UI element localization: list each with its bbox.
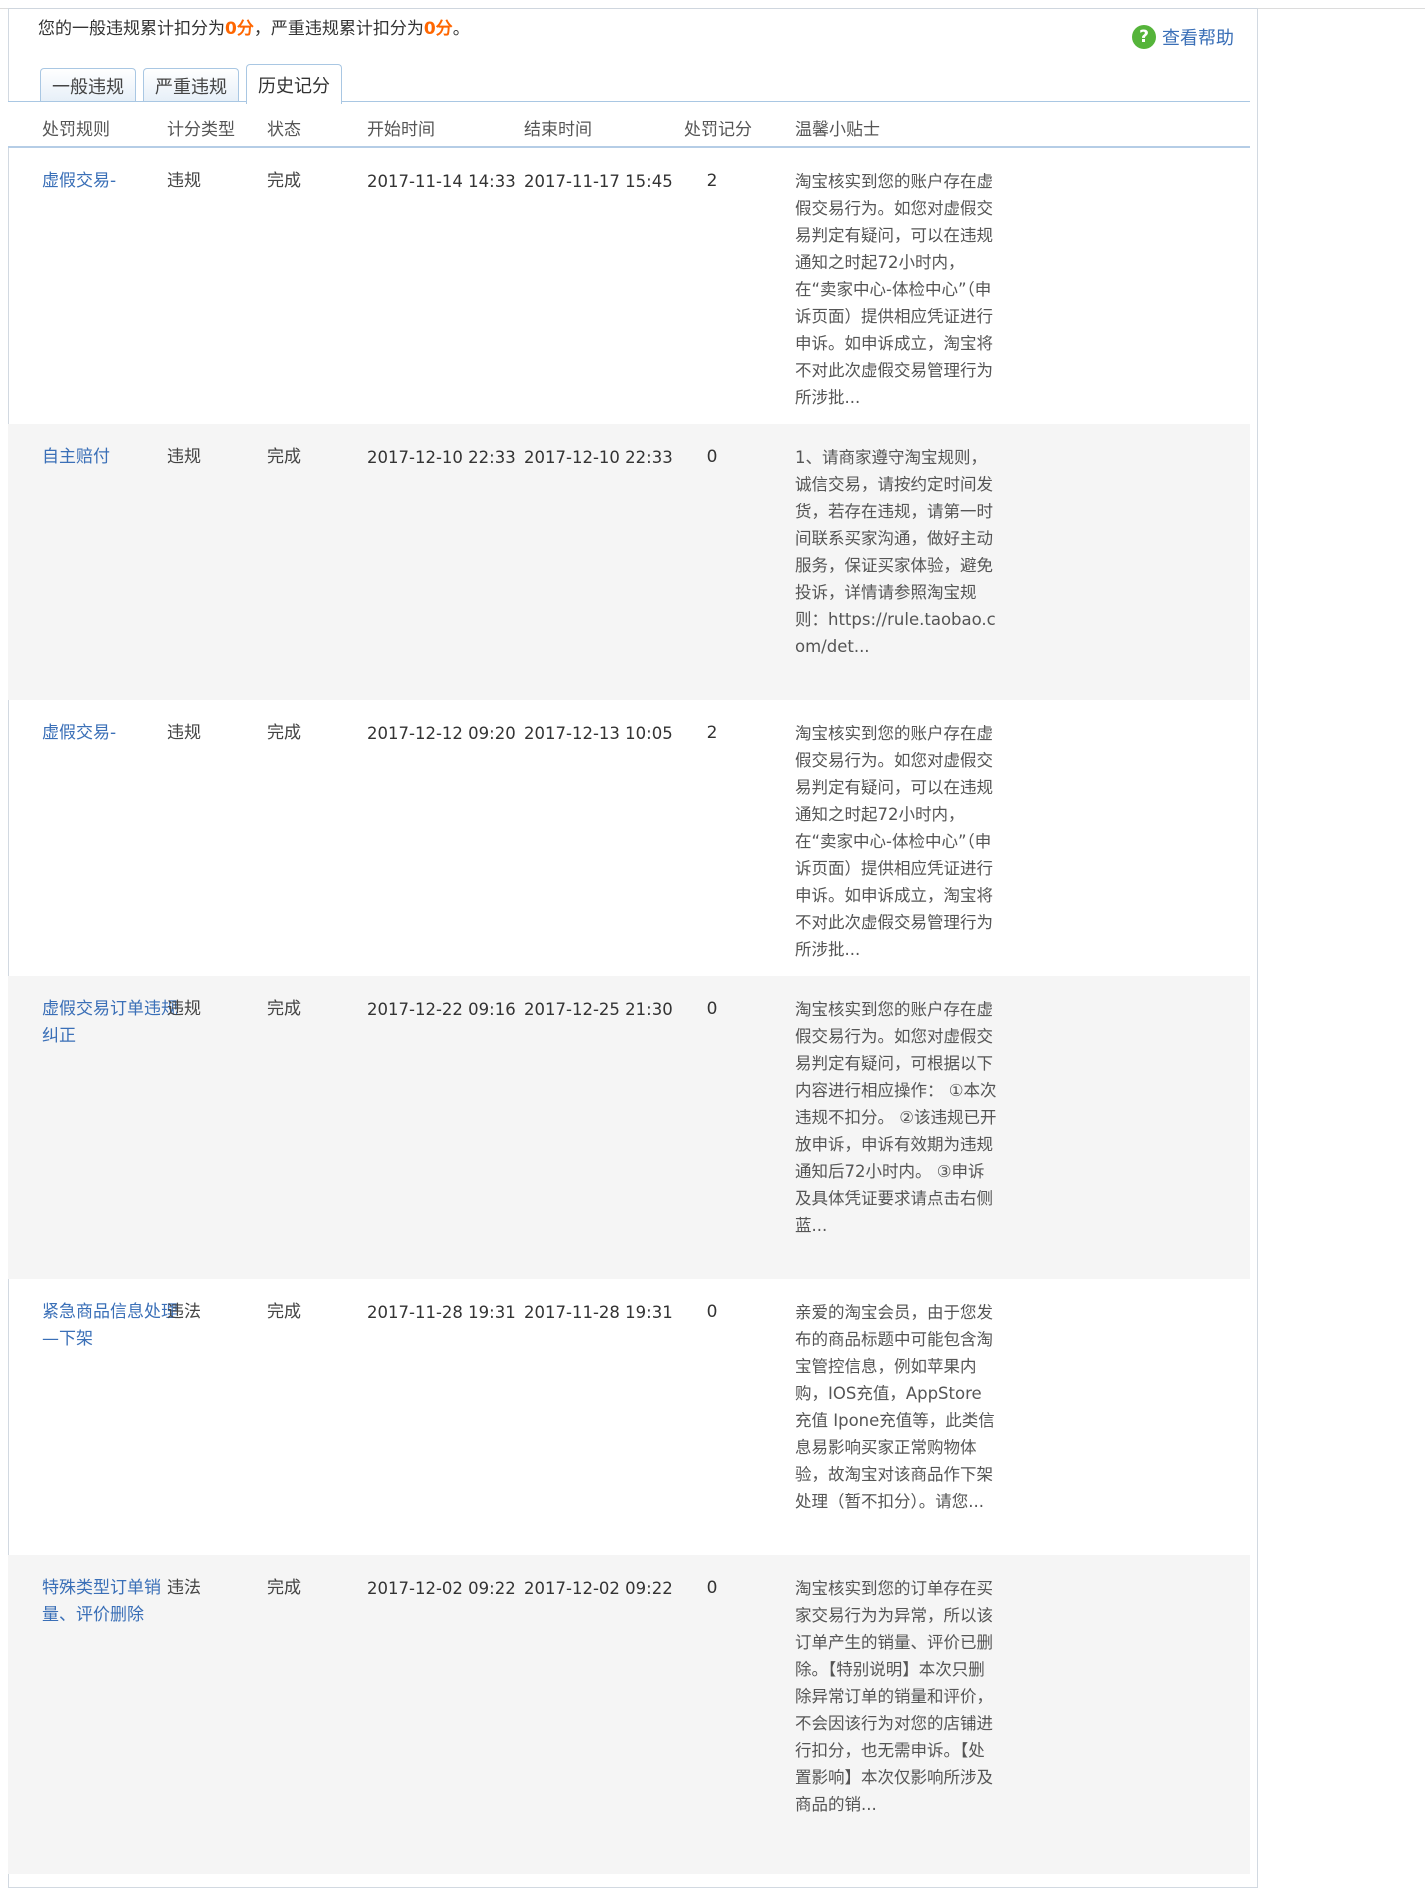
row-end-time: 2017-12-13 10:05 <box>524 724 673 743</box>
row-status: 完成 <box>267 1578 301 1598</box>
row-tip: 淘宝核实到您的账户存在虚假交易行为。如您对虚假交易判定有疑问，可以在违规通知之时… <box>795 172 993 407</box>
row-end-time: 2017-12-02 09:22 <box>524 1579 673 1598</box>
row-tip: 1、请商家遵守淘宝规则，诚信交易，请按约定时间发货，若存在违规，请第一时间联系买… <box>795 448 996 656</box>
row-points: 0 <box>706 1578 718 1598</box>
row-start-time: 2017-11-28 19:31 <box>367 1303 516 1322</box>
tab-label: 一般违规 <box>52 76 124 98</box>
table-row: 虚假交易- 违规 完成 2017-12-12 09:20 2017-12-13 … <box>8 700 1250 976</box>
column-start-time: 开始时间 <box>367 120 435 140</box>
row-start-time: 2017-12-02 09:22 <box>367 1579 516 1598</box>
row-points: 0 <box>706 1302 718 1322</box>
row-end-time: 2017-11-17 15:45 <box>524 172 673 191</box>
row-start-time: 2017-12-12 09:20 <box>367 724 516 743</box>
column-type: 计分类型 <box>167 120 235 140</box>
row-type: 违法 <box>167 1578 201 1598</box>
row-points: 2 <box>706 723 718 743</box>
row-status: 完成 <box>267 171 301 191</box>
points-summary: 您的一般违规累计扣分为0分，严重违规累计扣分为0分。 <box>38 14 470 39</box>
summary-prefix: 您的一般违规累计扣分为 <box>38 19 225 39</box>
table-row: 虚假交易订单违规纠正 违规 完成 2017-12-22 09:16 2017-1… <box>8 976 1250 1279</box>
column-points: 处罚记分 <box>684 120 752 140</box>
row-end-time: 2017-12-25 21:30 <box>524 1000 673 1019</box>
tab-serious-violation[interactable]: 严重违规 <box>143 68 239 102</box>
tab-label: 历史记分 <box>258 75 330 97</box>
tab-history-points[interactable]: 历史记分 <box>246 64 342 104</box>
row-end-time: 2017-12-10 22:33 <box>524 448 673 467</box>
help-label: 查看帮助 <box>1162 28 1234 49</box>
help-link[interactable]: ? 查看帮助 <box>1132 24 1234 50</box>
row-points: 0 <box>706 999 718 1019</box>
row-start-time: 2017-11-14 14:33 <box>367 172 516 191</box>
tab-label: 严重违规 <box>155 76 227 98</box>
table-row: 特殊类型订单销量、评价删除 违法 完成 2017-12-02 09:22 201… <box>8 1555 1250 1874</box>
row-type: 违规 <box>167 999 201 1019</box>
row-points: 2 <box>706 171 718 191</box>
table-row: 紧急商品信息处理—下架 违法 完成 2017-11-28 19:31 2017-… <box>8 1279 1250 1555</box>
summary-suffix: 。 <box>452 19 470 39</box>
table-row: 自主赔付 违规 完成 2017-12-10 22:33 2017-12-10 2… <box>8 424 1250 700</box>
row-type: 违规 <box>167 723 201 743</box>
help-question-icon: ? <box>1132 25 1156 49</box>
row-points: 0 <box>706 447 718 467</box>
table-row: 虚假交易- 违规 完成 2017-11-14 14:33 2017-11-17 … <box>8 148 1250 424</box>
table-header: 处罚规则 计分类型 状态 开始时间 结束时间 处罚记分 温馨小贴士 <box>8 102 1250 148</box>
row-type: 违规 <box>167 171 201 191</box>
row-status: 完成 <box>267 723 301 743</box>
serious-points-value: 0分 <box>423 19 453 39</box>
column-rule: 处罚规则 <box>42 120 110 140</box>
summary-middle: ，严重违规累计扣分为 <box>253 19 424 39</box>
row-tip: 淘宝核实到您的订单存在买家交易行为为异常，所以该订单产生的销量、评价已删除。【特… <box>795 1579 993 1814</box>
row-end-time: 2017-11-28 19:31 <box>524 1303 673 1322</box>
row-status: 完成 <box>267 447 301 467</box>
tab-general-violation[interactable]: 一般违规 <box>40 68 136 102</box>
column-end-time: 结束时间 <box>524 120 592 140</box>
row-start-time: 2017-12-22 09:16 <box>367 1000 516 1019</box>
row-type: 违法 <box>167 1302 201 1322</box>
row-tip: 淘宝核实到您的账户存在虚假交易行为。如您对虚假交易判定有疑问，可根据以下内容进行… <box>795 1000 997 1235</box>
column-status: 状态 <box>267 120 301 140</box>
row-status: 完成 <box>267 999 301 1019</box>
row-tip: 亲爱的淘宝会员，由于您发布的商品标题中可能包含淘宝管控信息，例如苹果内购，IOS… <box>795 1303 995 1511</box>
column-tip: 温馨小贴士 <box>795 120 880 140</box>
row-type: 违规 <box>167 447 201 467</box>
row-tip: 淘宝核实到您的账户存在虚假交易行为。如您对虚假交易判定有疑问，可以在违规通知之时… <box>795 724 993 959</box>
row-status: 完成 <box>267 1302 301 1322</box>
general-points-value: 0分 <box>225 19 254 39</box>
row-start-time: 2017-12-10 22:33 <box>367 448 516 467</box>
